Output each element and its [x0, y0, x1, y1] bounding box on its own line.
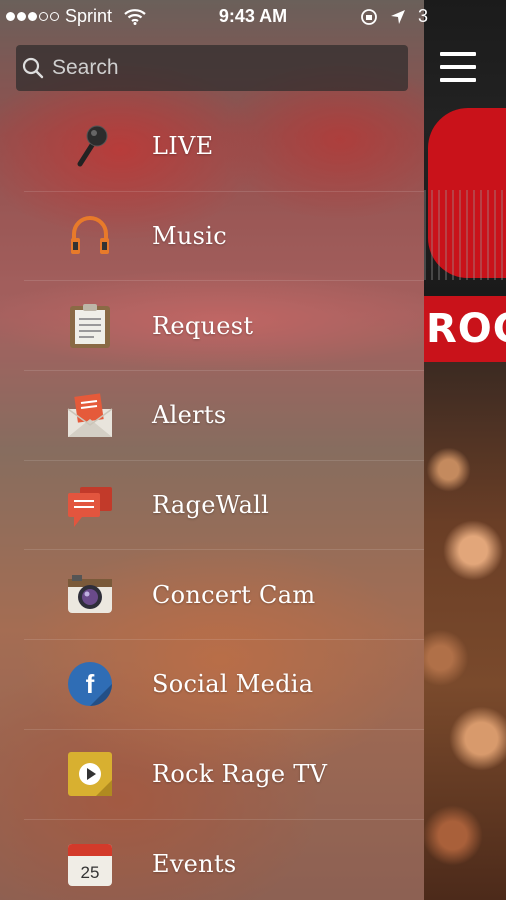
menu-item-ragewall[interactable]: RageWall — [24, 461, 424, 551]
menu-item-label: Request — [152, 311, 254, 340]
status-time: 9:43 AM — [218, 6, 288, 26]
menu-item-label: RageWall — [152, 491, 270, 520]
headphones-icon — [66, 212, 114, 260]
envelope-alert-icon — [66, 391, 114, 439]
battery-text: 3 — [418, 6, 429, 26]
status-bar: Sprint 9:43 AM 3 — [0, 0, 506, 34]
concert-crowd-image — [424, 362, 506, 900]
menu-item-label: Social Media — [152, 670, 314, 699]
menu-item-label: Concert Cam — [152, 580, 316, 609]
calendar-icon: 25 — [66, 840, 114, 888]
menu-item-live[interactable]: LIVE — [24, 102, 424, 192]
facebook-icon: f — [66, 660, 114, 708]
menu-item-rock-rage-tv[interactable]: Rock Rage TV — [24, 730, 424, 820]
menu-item-events[interactable]: 25 Events — [24, 820, 424, 900]
camera-icon — [66, 571, 114, 619]
clipboard-icon — [66, 302, 114, 350]
main-content-background: ROC — [424, 0, 506, 900]
menu-item-music[interactable]: Music — [24, 192, 424, 282]
microphone-icon — [66, 122, 114, 170]
search-icon — [22, 57, 44, 79]
menu-item-label: Rock Rage TV — [152, 760, 328, 789]
chat-bubbles-icon — [66, 481, 114, 529]
menu-item-label: Alerts — [152, 401, 227, 430]
drawer-menu: LIVE Music Request Alerts RageWall Conce… — [0, 102, 424, 900]
side-drawer: LIVE Music — [0, 0, 424, 900]
menu-item-concert-cam[interactable]: Concert Cam — [24, 550, 424, 641]
svg-text:f: f — [86, 669, 95, 699]
menu-item-request[interactable]: Request — [24, 281, 424, 372]
play-video-icon — [66, 750, 114, 798]
menu-item-alerts[interactable]: Alerts — [24, 371, 424, 461]
rotation-lock-icon — [361, 8, 377, 25]
logo-stripes — [424, 190, 506, 280]
menu-item-label: Events — [152, 849, 237, 878]
menu-toggle-icon[interactable] — [440, 52, 476, 82]
menu-item-social-media[interactable]: f Social Media — [24, 640, 424, 730]
svg-text:25: 25 — [81, 863, 100, 882]
search-input[interactable] — [50, 55, 408, 81]
search-bar[interactable] — [16, 45, 408, 91]
menu-item-label: LIVE — [152, 132, 214, 161]
station-banner: ROC — [424, 296, 506, 362]
menu-item-label: Music — [152, 222, 227, 251]
location-arrow-icon — [391, 9, 405, 24]
